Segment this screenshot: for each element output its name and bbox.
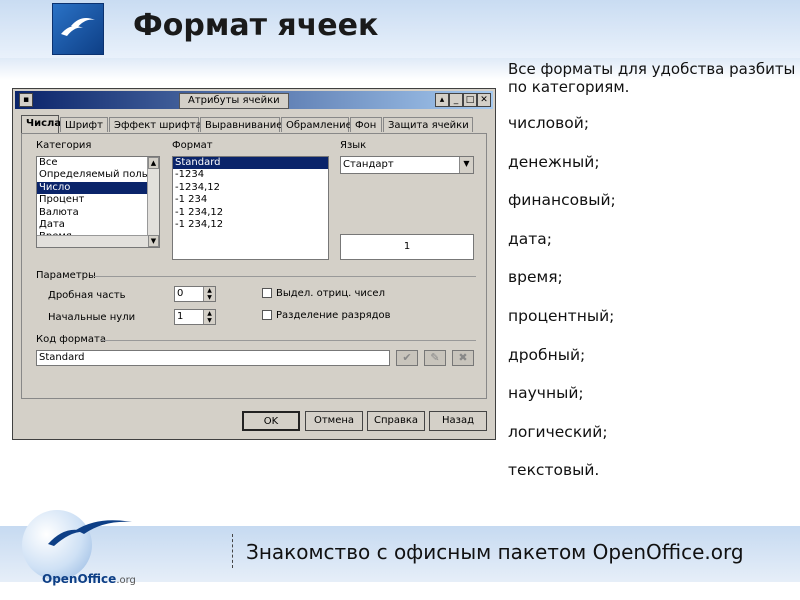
tab-font[interactable]: Шрифт [60,117,108,132]
category-hscroll[interactable] [37,235,148,247]
maximize-icon[interactable]: □ [463,93,477,107]
openoffice-wordmark: OpenOffice.org [42,572,136,586]
tab-borders[interactable]: Обрамление [281,117,352,132]
leading-zeros-label: Начальные нули [48,312,136,323]
category-label: Категория [36,140,92,151]
list-item: дата; [508,229,552,248]
params-label: Параметры [36,270,96,281]
collapse-icon[interactable]: ▴ [435,93,449,107]
list-item: денежный; [508,152,600,171]
help-button[interactable]: Справка [367,411,425,431]
list-item: финансовый; [508,191,616,210]
list-item: время; [508,268,563,287]
format-label: Формат [172,140,213,151]
check-icon[interactable]: ✔ [396,350,418,366]
footer-divider [232,534,233,568]
delete-icon[interactable]: ✖ [452,350,474,366]
tab-cell-protection[interactable]: Защита ячейки [383,117,473,132]
cancel-button[interactable]: Отмена [305,411,363,431]
list-item[interactable]: Standard [173,157,328,170]
format-code-label: Код формата [36,334,106,345]
back-button[interactable]: Назад [429,411,487,431]
category-vscroll[interactable]: ▲ ▼ [147,157,159,247]
category-listbox[interactable]: Все Определяемый пользо Число Процент Ва… [36,156,160,248]
list-item[interactable]: Процент [37,194,159,206]
close-icon[interactable]: ✕ [477,93,491,107]
tab-font-effects[interactable]: Эффект шрифта [109,117,202,132]
footer-text: Знакомство с офисным пакетом OpenOffice.… [246,540,744,564]
list-item[interactable]: Валюта [37,207,159,219]
tab-alignment[interactable]: Выравнивание [200,117,282,132]
list-item[interactable]: -1 234,12 [173,207,328,219]
scroll-up-icon[interactable]: ▲ [148,157,159,169]
category-list: числовой; денежный; финансовый; дата; вр… [508,114,616,500]
numbers-panel: Категория Все Определяемый пользо Число … [21,133,487,399]
list-item[interactable]: -1 234,12 [173,219,328,231]
leading-zeros-stepper[interactable]: 1 ▲ ▼ [174,309,216,325]
list-item[interactable]: Дата [37,219,159,231]
thousands-separator-checkbox[interactable] [262,310,272,320]
chevron-down-icon[interactable]: ▼ [459,157,473,173]
decimal-places-stepper[interactable]: 0 ▲ ▼ [174,286,216,302]
list-item[interactable]: Определяемый пользо [37,169,159,181]
language-value: Стандарт [343,159,394,170]
intro-text: Все форматы для удобства разбиты по кате… [508,60,796,96]
slide-title: Формат ячеек [133,8,379,43]
list-item[interactable]: Число [37,181,159,195]
decimal-places-value: 0 [177,288,184,299]
language-select[interactable]: Стандарт ▼ [340,156,474,174]
leading-zeros-value: 1 [177,311,184,322]
minimize-icon[interactable]: _ [449,93,463,107]
dialog-titlebar[interactable]: ▪ Атрибуты ячейки ▴ _ □ ✕ [15,91,493,109]
openoffice-logo-icon [52,3,104,55]
dialog-title: Атрибуты ячейки [179,93,289,109]
tab-background[interactable]: Фон [350,117,382,132]
comment-icon[interactable]: ✎ [424,350,446,366]
list-item: процентный; [508,306,615,325]
tab-numbers[interactable]: Числа [21,115,61,133]
cell-attributes-dialog: ▪ Атрибуты ячейки ▴ _ □ ✕ Числа Шрифт Эф… [12,88,496,440]
format-code-divider [100,340,476,341]
list-item: логический; [508,422,608,441]
list-item[interactable]: Все [37,157,159,169]
system-menu-icon[interactable]: ▪ [19,93,33,107]
list-item: научный; [508,384,584,403]
list-item[interactable]: -1234,12 [173,182,328,194]
thousands-separator-label: Разделение разрядов [276,310,391,321]
list-item[interactable]: -1 234 [173,194,328,206]
ok-button[interactable]: OK [242,411,300,431]
scroll-down-icon[interactable]: ▼ [148,235,159,247]
list-item: дробный; [508,345,586,364]
stepper-arrows-icon[interactable]: ▲ ▼ [203,287,215,301]
format-listbox[interactable]: Standard -1234 -1234,12 -1 234 -1 234,12… [172,156,329,260]
decimal-places-label: Дробная часть [48,290,126,301]
format-preview: 1 [340,234,474,260]
negative-red-label: Выдел. отриц. чисел [276,288,385,299]
negative-red-checkbox[interactable] [262,288,272,298]
seagull-icon [48,520,132,546]
language-label: Язык [340,140,367,151]
list-item: числовой; [508,114,590,132]
list-item: текстовый. [508,461,600,480]
format-code-input[interactable]: Standard [36,350,390,366]
header-band [0,0,800,58]
list-item[interactable]: -1234 [173,169,328,181]
stepper-arrows-icon[interactable]: ▲ ▼ [203,310,215,324]
params-divider [94,276,476,277]
